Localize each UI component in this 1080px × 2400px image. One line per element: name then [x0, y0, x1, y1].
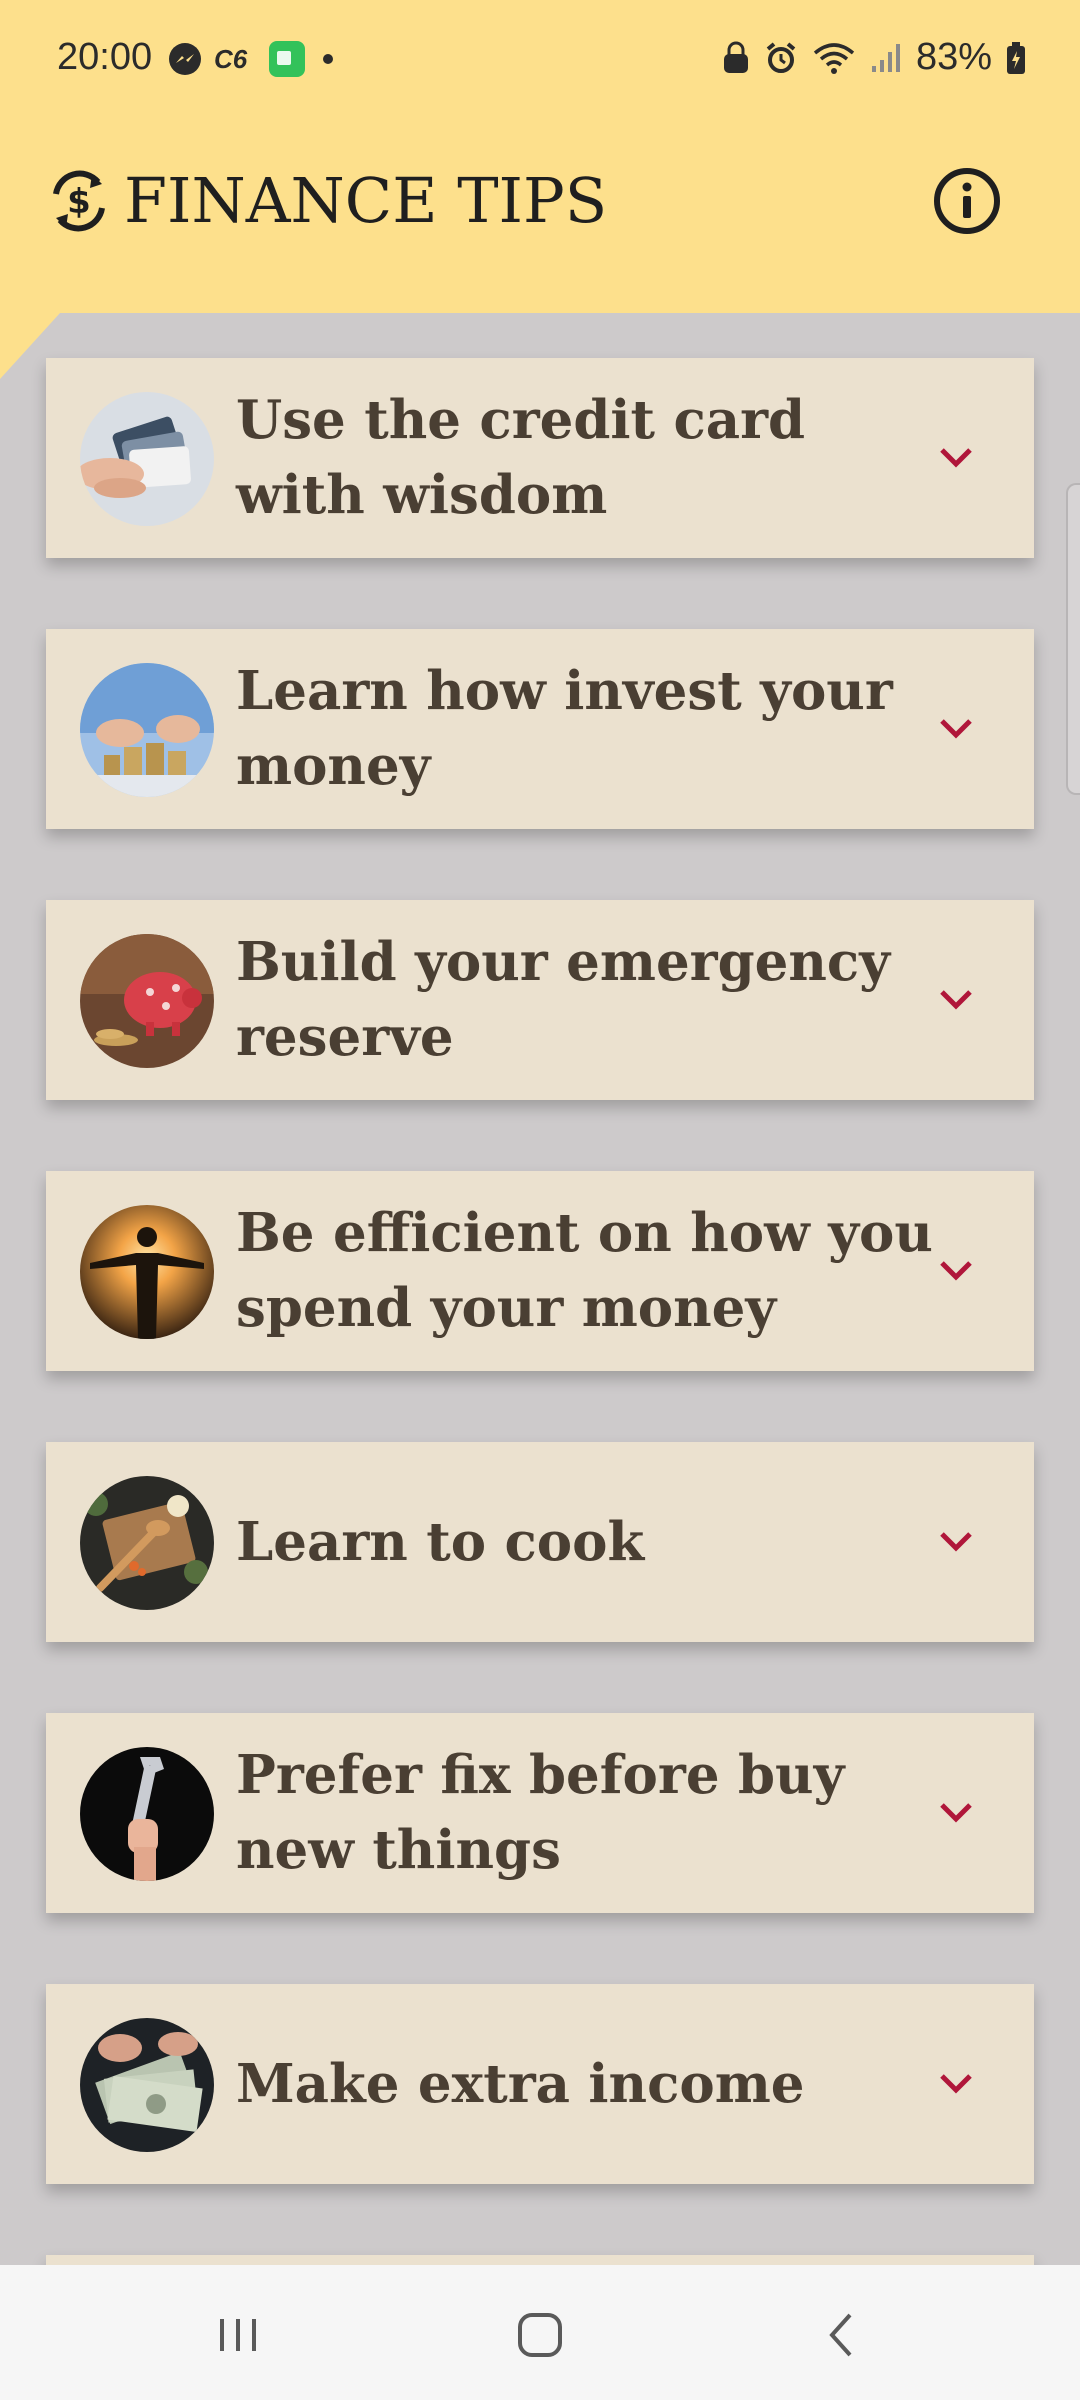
tip-title: Learn to cook — [236, 1510, 645, 1573]
dollar-cycle-icon: $ — [46, 168, 112, 234]
signal-icon — [870, 42, 902, 74]
credit-cards-photo — [80, 392, 214, 526]
wifi-icon — [812, 41, 856, 75]
dot-icon — [318, 49, 338, 69]
tip-card-credit-card[interactable]: Use the credit card with wisdom — [46, 358, 1034, 558]
sunset-person-photo — [80, 1205, 214, 1339]
messenger-icon — [168, 42, 202, 76]
dollar-bills-photo — [80, 2018, 214, 2152]
recent-apps-icon[interactable] — [208, 2305, 268, 2365]
tip-card-cook[interactable]: Learn to cook — [46, 1442, 1034, 1642]
tip-title: Learn how invest your money — [236, 660, 893, 797]
svg-text:C6: C6 — [214, 44, 248, 74]
status-right-icons: 83% — [722, 36, 1026, 79]
picpay-icon — [268, 40, 306, 78]
home-icon[interactable] — [510, 2305, 570, 2365]
lock-icon — [722, 41, 750, 75]
tip-title: Prefer fix before buy new things — [236, 1744, 845, 1881]
back-icon[interactable] — [812, 2305, 872, 2365]
coin-stacks-photo — [80, 663, 214, 797]
tip-title: Be efficient on how you spend your money — [236, 1202, 933, 1339]
chevron-down-icon[interactable] — [936, 1793, 976, 1833]
info-icon[interactable] — [932, 166, 1002, 236]
cooking-photo — [80, 1476, 214, 1610]
status-time: 20:00 — [57, 36, 153, 78]
chevron-down-icon[interactable] — [936, 709, 976, 749]
c6-icon: C6 — [214, 44, 256, 74]
alarm-icon — [764, 41, 798, 75]
app-title: FINANCE TIPS — [124, 164, 608, 237]
scroll-indicator[interactable] — [1066, 483, 1080, 795]
wrench-hand-photo — [80, 1747, 214, 1881]
battery-icon — [1006, 41, 1026, 75]
tips-list[interactable]: Use the credit card with wisdom Learn ho… — [0, 313, 1080, 2265]
tip-title: Build your emergency reserve — [236, 931, 890, 1068]
tip-card-invest[interactable]: Learn how invest your money — [46, 629, 1034, 829]
chevron-down-icon[interactable] — [936, 1251, 976, 1291]
tip-title: Make extra income — [236, 2052, 805, 2115]
tip-card-emergency-reserve[interactable]: Build your emergency reserve — [46, 900, 1034, 1100]
tip-card-extra-income[interactable]: Make extra income — [46, 1984, 1034, 2184]
status-left-icons: C6 — [168, 40, 338, 78]
piggy-bank-photo — [80, 934, 214, 1068]
status-bar: 20:00 C6 83% — [0, 0, 1080, 118]
tip-card-efficient-spending[interactable]: Be efficient on how you spend your money — [46, 1171, 1034, 1371]
tip-title: Use the credit card with wisdom — [236, 389, 806, 526]
tip-card-partial[interactable] — [46, 2255, 1034, 2265]
tip-card-fix-before-buy[interactable]: Prefer fix before buy new things — [46, 1713, 1034, 1913]
app-bar: $ FINANCE TIPS — [0, 118, 1080, 313]
chevron-down-icon[interactable] — [936, 980, 976, 1020]
chevron-down-icon[interactable] — [936, 2064, 976, 2104]
svg-text:$: $ — [67, 182, 91, 222]
battery-percent: 83% — [915, 36, 992, 78]
navigation-bar — [0, 2265, 1080, 2400]
chevron-down-icon[interactable] — [936, 1522, 976, 1562]
chevron-down-icon[interactable] — [936, 438, 976, 478]
